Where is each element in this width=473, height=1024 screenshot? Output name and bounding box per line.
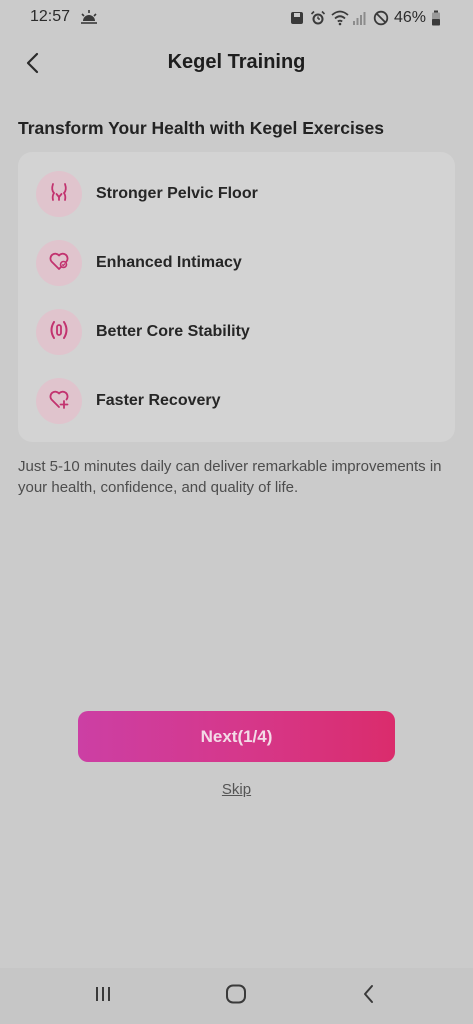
benefit-label: Stronger Pelvic Floor [96, 185, 258, 202]
app-header: Kegel Training [0, 42, 473, 86]
description-text: Just 5-10 minutes daily can deliver rema… [18, 458, 442, 496]
benefit-icon-bg [36, 171, 82, 217]
benefit-item: Enhanced Intimacy [36, 239, 242, 287]
benefit-label: Enhanced Intimacy [96, 254, 242, 271]
save-icon [289, 10, 305, 26]
core-icon [48, 319, 70, 346]
benefit-item: Faster Recovery [36, 377, 221, 425]
home-icon [225, 984, 247, 1009]
benefit-label: Faster Recovery [96, 392, 221, 409]
system-nav-bar [0, 968, 473, 1024]
next-button[interactable]: Next(1/4) [78, 711, 395, 762]
recent-apps-icon [93, 985, 113, 1008]
recent-apps-button[interactable] [88, 982, 118, 1010]
benefit-label: Better Core Stability [96, 323, 250, 340]
benefit-item: Stronger Pelvic Floor [36, 170, 258, 218]
wifi-icon [331, 10, 349, 26]
signal-icon [352, 10, 368, 26]
page-title: Kegel Training [167, 51, 306, 73]
status-time: 12:57 [30, 8, 71, 25]
battery-icon [431, 10, 447, 26]
battery-percent: 46% [393, 9, 426, 26]
do-not-disturb-icon [373, 10, 389, 26]
heart-plus-icon [48, 388, 70, 415]
pelvis-icon [48, 181, 70, 208]
back-nav-button[interactable] [354, 982, 384, 1010]
home-button[interactable] [221, 982, 251, 1010]
benefits-card: Stronger Pelvic Floor Enhanced Intimacy [18, 152, 455, 442]
alarm-icon [310, 10, 326, 26]
benefit-icon-bg [36, 378, 82, 424]
benefit-item: Better Core Stability [36, 308, 250, 356]
weather-icon [80, 9, 98, 25]
heart-icon [48, 250, 70, 277]
back-nav-icon [362, 984, 376, 1009]
benefit-icon-bg [36, 309, 82, 355]
skip-link[interactable]: Skip [0, 781, 473, 798]
benefit-icon-bg [36, 240, 82, 286]
status-bar: 12:57 46% [0, 0, 473, 36]
section-heading: Transform Your Health with Kegel Exercis… [18, 118, 385, 138]
